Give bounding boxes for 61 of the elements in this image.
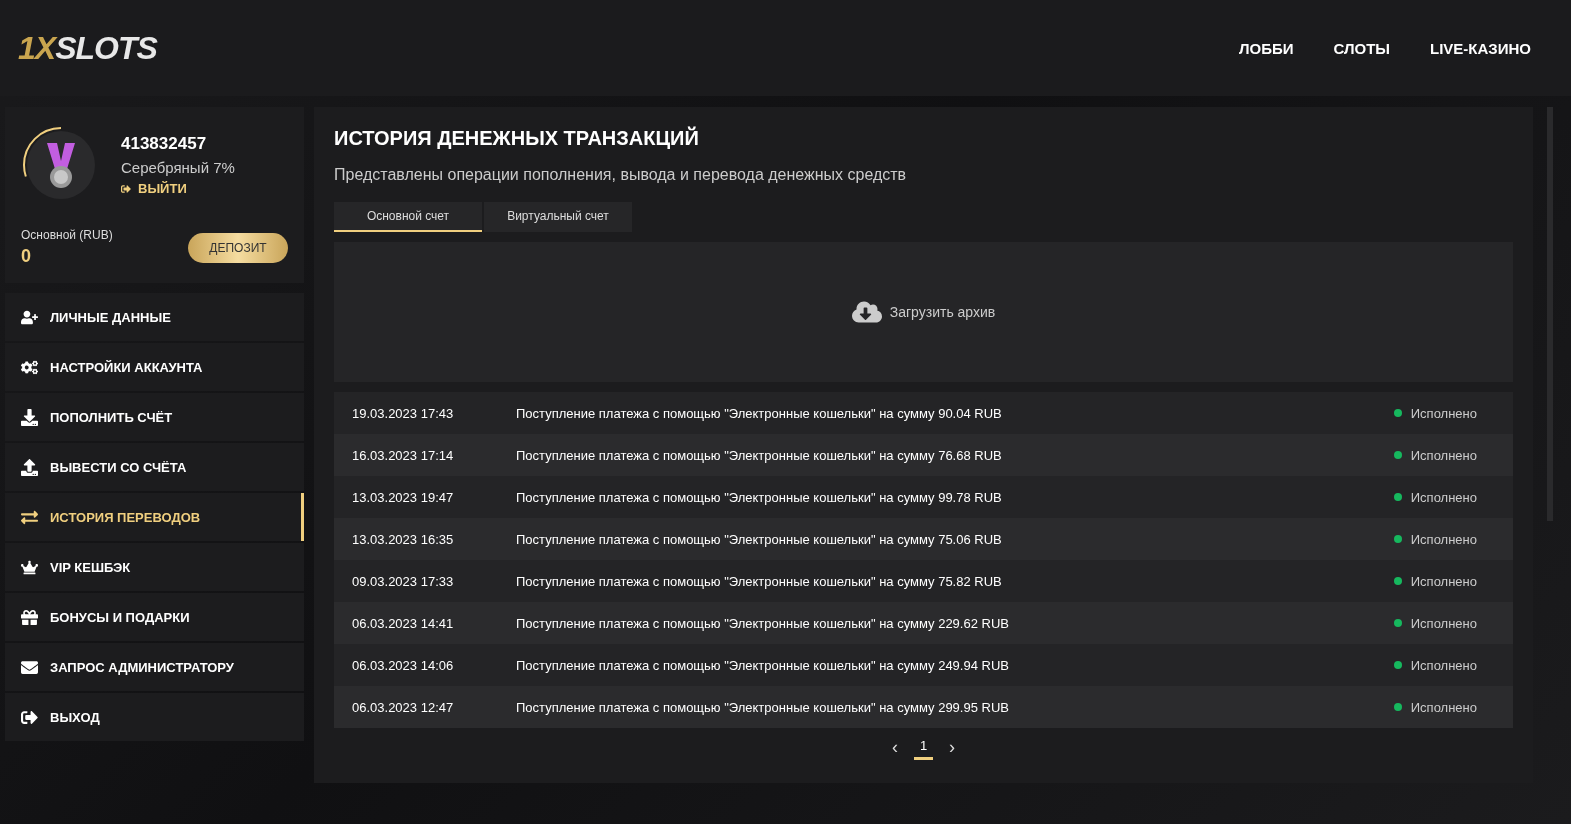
transaction-date: 13.03.2023 16:35 (352, 531, 455, 547)
envelope-icon (21, 658, 38, 676)
transaction-date: 09.03.2023 17:33 (352, 573, 455, 589)
transaction-status: Исполнено (1410, 447, 1477, 463)
transaction-date: 19.03.2023 17:43 (352, 405, 455, 421)
transaction-date: 06.03.2023 14:41 (352, 615, 455, 631)
arrows-icon (21, 508, 38, 526)
menu-item[interactable]: VIP КЕШБЭК (5, 543, 304, 591)
nav-link[interactable]: LIVE-КАЗИНО (1430, 39, 1531, 57)
transaction-status: Исполнено (1410, 531, 1477, 547)
balance-value: 0 (21, 246, 32, 267)
download-icon (21, 408, 38, 426)
gift-icon (21, 608, 38, 626)
logout-link[interactable]: ВЫЙТИ (121, 181, 235, 196)
transaction-description: Поступление платежа с помощью "Электронные кошельки" на сумму 299.95 RUB (516, 699, 1010, 715)
transaction-status: Исполнено (1410, 699, 1477, 715)
menu-item[interactable]: ЗАПРОС АДМИНИСТРАТОРУ (5, 643, 304, 691)
transaction-description: Поступление платежа с помощью "Электронные кошельки" на сумму 249.94 RUB (516, 657, 1010, 673)
transaction-date: 16.03.2023 17:14 (352, 447, 455, 463)
transaction-status: Исполнено (1410, 573, 1477, 589)
transaction-description: Поступление платежа с помощью "Электронные кошельки" на сумму 99.78 RUB (516, 489, 1003, 505)
menu-item[interactable]: ВЫВЕСТИ СО СЧЁТА (5, 443, 304, 491)
menu-item[interactable]: БОНУСЫ И ПОДАРКИ (5, 593, 304, 641)
gears-icon (21, 358, 38, 376)
transaction-description: Поступление платежа с помощью "Электронные кошельки" на сумму 75.06 RUB (516, 531, 1003, 547)
transaction-status: Исполнено (1410, 405, 1477, 421)
nav-link[interactable]: СЛОТЫ (1333, 39, 1390, 57)
menu-item[interactable]: ВЫХОД (5, 693, 304, 741)
deposit-button[interactable]: ДЕПОЗИТ (188, 232, 288, 263)
user-plus-icon (21, 308, 38, 326)
transaction-description: Поступление платежа с помощью "Электронные кошельки" на сумму 75.82 RUB (516, 573, 1003, 589)
menu-item[interactable]: ПОПОЛНИТЬ СЧЁТ (5, 393, 304, 441)
upload-icon (21, 458, 38, 476)
account-id: 413832457 (121, 134, 208, 154)
account-tab[interactable]: Виртуальный счет (484, 202, 632, 232)
transaction-date: 06.03.2023 12:47 (352, 699, 455, 715)
crown-icon (21, 558, 38, 576)
download-archive-link[interactable]: Загрузить архив (851, 297, 996, 327)
nav-link[interactable]: ЛОББИ (1238, 39, 1294, 57)
transaction-date: 06.03.2023 14:06 (352, 657, 455, 673)
exit-icon (21, 708, 38, 726)
transaction-status: Исполнено (1410, 657, 1477, 673)
transaction-description: Поступление платежа с помощью "Электронные кошельки" на сумму 229.62 RUB (516, 615, 1010, 631)
menu-item[interactable]: ИСТОРИЯ ПЕРЕВОДОВ (5, 493, 304, 541)
transaction-description: Поступление платежа с помощью "Электронные кошельки" на сумму 76.68 RUB (516, 447, 1003, 463)
status-level: Серебряный 7% (121, 159, 235, 176)
menu-item[interactable]: НАСТРОЙКИ АККАУНТА (5, 343, 304, 391)
transaction-status: Исполнено (1410, 489, 1477, 505)
transaction-date: 13.03.2023 19:47 (352, 489, 455, 505)
transaction-status: Исполнено (1410, 615, 1477, 631)
menu-item[interactable]: ЛИЧНЫЕ ДАННЫЕ (5, 293, 304, 341)
exit-icon (121, 183, 131, 194)
page-subtitle: Представлены операции пополнения, вывода и перевода денежных средств (334, 166, 908, 184)
transaction-description: Поступление платежа с помощью "Электронные кошельки" на сумму 90.04 RUB (516, 405, 1003, 421)
balance-label: Основной (RUB) (21, 228, 113, 242)
next-page[interactable]: › (949, 736, 956, 758)
prev-page[interactable]: ‹ (891, 736, 898, 758)
page-number[interactable]: 1 (913, 734, 934, 760)
page-title: ИСТОРИЯ ДЕНЕЖНЫХ ТРАНЗАКЦИЙ (334, 127, 700, 150)
account-tab[interactable]: Основной счет (334, 202, 482, 232)
logo[interactable]: 1XSLOTS (18, 29, 157, 67)
